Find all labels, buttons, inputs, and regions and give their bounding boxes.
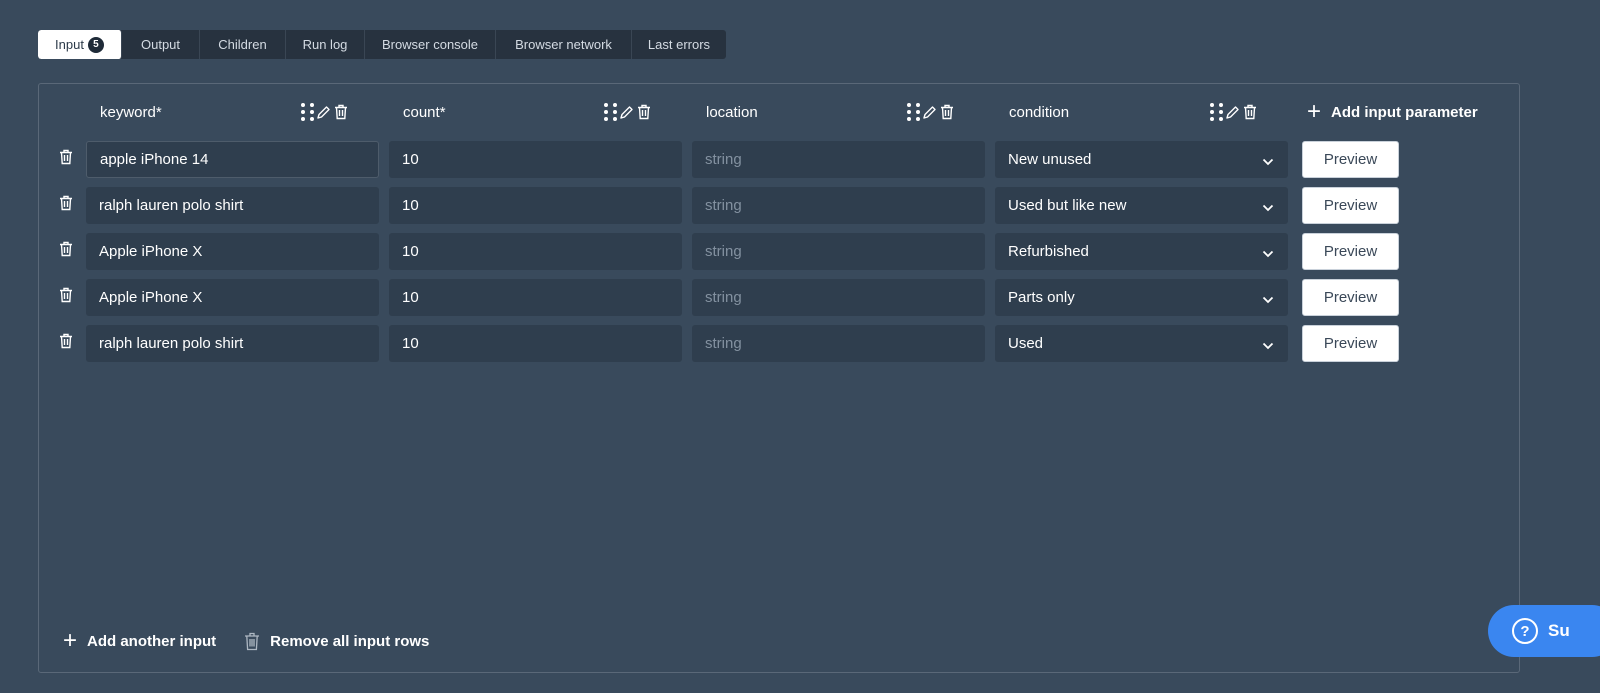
- trash-icon[interactable]: [1241, 102, 1259, 122]
- count-input[interactable]: 10: [389, 187, 682, 224]
- drag-handle-icon[interactable]: [301, 103, 314, 121]
- column-header-count: count*: [403, 84, 446, 140]
- count-input[interactable]: 10: [389, 233, 682, 270]
- table-row: Apple iPhone X 10 string Refurbished Pre…: [39, 233, 1439, 270]
- plus-icon: +: [1307, 98, 1322, 125]
- pencil-icon[interactable]: [314, 102, 332, 122]
- preview-button[interactable]: Preview: [1302, 141, 1399, 178]
- tab-input[interactable]: Input 5: [38, 30, 122, 59]
- trash-icon: [244, 632, 260, 651]
- tab-browser-console-label: Browser console: [381, 37, 479, 52]
- tab-input-count-badge: 5: [87, 36, 104, 53]
- count-input[interactable]: 10: [389, 325, 682, 362]
- condition-select-value: Parts only: [1008, 289, 1075, 306]
- column-title-count: count*: [403, 103, 446, 121]
- tab-run-log-label: Run log: [302, 37, 348, 52]
- preview-button[interactable]: Preview: [1302, 233, 1399, 270]
- chevron-down-icon: [1262, 245, 1274, 262]
- chevron-down-icon: [1262, 291, 1274, 308]
- preview-button[interactable]: Preview: [1302, 187, 1399, 224]
- tab-children[interactable]: Children: [200, 30, 286, 59]
- location-input[interactable]: string: [692, 187, 985, 224]
- tab-browser-network[interactable]: Browser network: [496, 30, 632, 59]
- tab-browser-console[interactable]: Browser console: [365, 30, 496, 59]
- location-input[interactable]: string: [692, 325, 985, 362]
- table-footer: + Add another input Remove all input row…: [63, 629, 429, 653]
- condition-select-value: Used but like new: [1008, 197, 1127, 214]
- chevron-down-icon: [1262, 199, 1274, 216]
- column-title-keyword: keyword*: [100, 103, 162, 121]
- keyword-input[interactable]: apple iPhone 14: [86, 141, 379, 178]
- condition-select[interactable]: Parts only: [995, 279, 1288, 316]
- condition-select[interactable]: Used but like new: [995, 187, 1288, 224]
- keyword-input[interactable]: Apple iPhone X: [86, 279, 379, 316]
- trash-icon[interactable]: [59, 333, 75, 353]
- keyword-input[interactable]: ralph lauren polo shirt: [86, 187, 379, 224]
- tab-output-label: Output: [140, 37, 181, 52]
- chevron-down-icon: [1262, 153, 1274, 170]
- drag-handle-icon[interactable]: [1210, 103, 1223, 121]
- tab-browser-network-label: Browser network: [515, 37, 612, 52]
- support-label: Su: [1548, 621, 1570, 640]
- count-input[interactable]: 10: [389, 141, 682, 178]
- location-input[interactable]: string: [692, 141, 985, 178]
- location-input[interactable]: string: [692, 279, 985, 316]
- tab-children-label: Children: [218, 37, 267, 52]
- add-input-parameter-label: Add input parameter: [1331, 103, 1478, 121]
- condition-select[interactable]: Refurbished: [995, 233, 1288, 270]
- add-input-parameter-button[interactable]: + Add input parameter: [1307, 84, 1478, 140]
- support-button[interactable]: ? Su: [1488, 605, 1600, 657]
- location-input[interactable]: string: [692, 233, 985, 270]
- condition-select[interactable]: New unused: [995, 141, 1288, 178]
- trash-icon[interactable]: [59, 241, 75, 261]
- table-row: Apple iPhone X 10 string Parts only Prev…: [39, 279, 1439, 316]
- column-tools-condition: [1210, 102, 1259, 122]
- trash-icon[interactable]: [332, 102, 350, 122]
- trash-icon[interactable]: [59, 287, 75, 307]
- preview-button[interactable]: Preview: [1302, 279, 1399, 316]
- trash-icon[interactable]: [938, 102, 956, 122]
- tab-input-label: Input: [55, 37, 84, 52]
- trash-icon[interactable]: [635, 102, 653, 122]
- column-tools-location: [907, 102, 956, 122]
- chevron-down-icon: [1262, 337, 1274, 354]
- table-row: ralph lauren polo shirt 10 string Used b…: [39, 187, 1439, 224]
- column-title-location: location: [706, 103, 758, 121]
- column-header-location: location: [706, 84, 758, 140]
- count-input[interactable]: 10: [389, 279, 682, 316]
- tab-last-errors-label: Last errors: [647, 37, 711, 52]
- drag-handle-icon[interactable]: [604, 103, 617, 121]
- keyword-input[interactable]: ralph lauren polo shirt: [86, 325, 379, 362]
- tab-bar: Input 5 Output Children Run log Browser …: [38, 30, 726, 59]
- input-table-panel: keyword* count* location condition + Add…: [38, 83, 1520, 673]
- tab-output[interactable]: Output: [122, 30, 200, 59]
- trash-icon[interactable]: [59, 195, 75, 215]
- column-title-condition: condition: [1009, 103, 1070, 121]
- keyword-input[interactable]: Apple iPhone X: [86, 233, 379, 270]
- pencil-icon[interactable]: [1223, 102, 1241, 122]
- column-header-condition: condition: [1009, 84, 1069, 140]
- remove-all-input-rows-label: Remove all input rows: [270, 632, 430, 650]
- trash-icon[interactable]: [59, 149, 75, 169]
- remove-all-input-rows-button[interactable]: Remove all input rows: [244, 632, 429, 651]
- pencil-icon[interactable]: [920, 102, 938, 122]
- column-tools-count: [604, 102, 653, 122]
- preview-button[interactable]: Preview: [1302, 325, 1399, 362]
- column-tools-keyword: [301, 102, 350, 122]
- plus-icon: +: [63, 627, 78, 654]
- pencil-icon[interactable]: [617, 102, 635, 122]
- drag-handle-icon[interactable]: [907, 103, 920, 121]
- condition-select-value: Refurbished: [1008, 243, 1089, 260]
- condition-select-value: New unused: [1008, 151, 1092, 168]
- tab-last-errors[interactable]: Last errors: [632, 30, 726, 59]
- add-another-input-label: Add another input: [87, 632, 217, 650]
- column-header-keyword: keyword*: [100, 84, 162, 140]
- condition-select[interactable]: Used: [995, 325, 1288, 362]
- add-another-input-button[interactable]: + Add another input: [63, 629, 216, 653]
- question-circle-icon: ?: [1512, 618, 1538, 644]
- condition-select-value: Used: [1008, 335, 1044, 352]
- table-row: apple iPhone 14 10 string New unused Pre…: [39, 141, 1439, 178]
- tab-run-log[interactable]: Run log: [286, 30, 365, 59]
- table-row: ralph lauren polo shirt 10 string Used P…: [39, 325, 1439, 362]
